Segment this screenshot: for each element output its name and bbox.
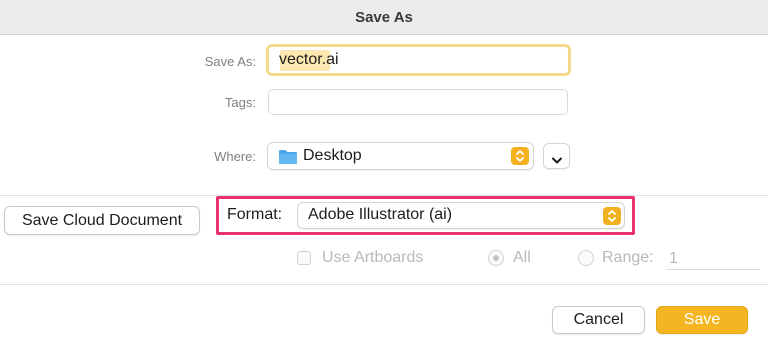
- format-value: Adobe Illustrator (ai): [308, 206, 453, 223]
- range-value: 1: [669, 250, 678, 267]
- dialog-title: Save As: [355, 8, 413, 26]
- save-button[interactable]: Save: [656, 306, 748, 334]
- expand-button[interactable]: [543, 143, 570, 169]
- use-artboards-checkbox[interactable]: [297, 251, 311, 265]
- all-radio[interactable]: [488, 250, 504, 266]
- folder-icon: [278, 148, 298, 170]
- cancel-button[interactable]: Cancel: [552, 306, 645, 334]
- range-radio[interactable]: [578, 250, 594, 266]
- tags-label: Tags:: [224, 95, 256, 110]
- chevron-down-icon: [551, 152, 563, 170]
- filename-field[interactable]: [266, 44, 571, 76]
- where-stepper-icon: [511, 147, 529, 165]
- range-field[interactable]: 1: [666, 245, 760, 270]
- save-as-label: Save As:: [204, 54, 256, 69]
- tags-field[interactable]: [268, 89, 568, 115]
- use-artboards-label: Use Artboards: [322, 249, 424, 266]
- save-cloud-document-button[interactable]: Save Cloud Document: [4, 206, 200, 235]
- all-label: All: [513, 249, 531, 266]
- where-value: Desktop: [303, 147, 362, 164]
- filename-input[interactable]: [279, 51, 559, 69]
- format-label: Format:: [227, 206, 283, 223]
- where-popup[interactable]: Desktop: [267, 142, 534, 170]
- actions-divider: [0, 284, 768, 285]
- title-bar: Save As: [0, 0, 768, 35]
- where-label: Where:: [214, 149, 256, 164]
- range-label: Range:: [602, 249, 654, 266]
- format-stepper-icon: [603, 207, 621, 225]
- format-popup[interactable]: Adobe Illustrator (ai): [297, 202, 625, 229]
